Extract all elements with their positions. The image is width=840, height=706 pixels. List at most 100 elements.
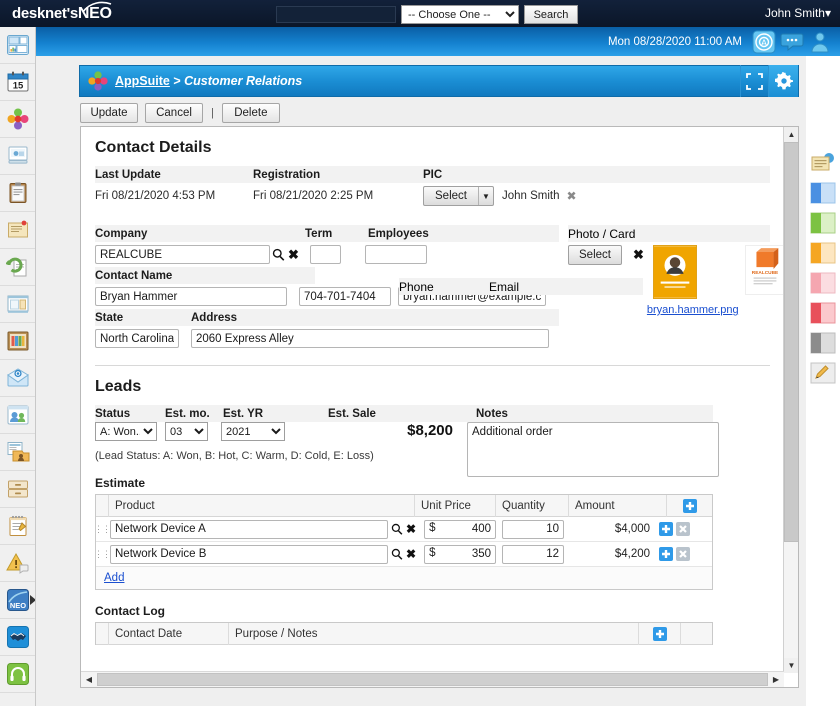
- company-clear-icon[interactable]: ✖: [288, 247, 299, 263]
- row-drag-handle[interactable]: ⋮⋮: [96, 524, 108, 535]
- photo-select-button[interactable]: Select: [568, 245, 622, 265]
- pic-label: PIC: [423, 169, 442, 181]
- company-card-thumb[interactable]: REALCUBE: [745, 245, 785, 298]
- unit-price-input[interactable]: [424, 520, 496, 539]
- note-color-red[interactable]: [806, 298, 840, 328]
- note-color-pink[interactable]: [806, 268, 840, 298]
- scroll-down-icon[interactable]: ▼: [784, 658, 799, 673]
- sidebar-item-notepad[interactable]: [0, 508, 36, 545]
- notes-label: Notes: [476, 408, 508, 420]
- clear-icon[interactable]: ✖: [406, 522, 416, 536]
- employees-input[interactable]: [365, 245, 427, 264]
- sidebar-item-circulation[interactable]: [0, 249, 36, 286]
- sidebar-item-appsuite[interactable]: [0, 101, 36, 138]
- search-icon[interactable]: [391, 523, 403, 535]
- vertical-scrollbar[interactable]: ▲ ▼: [783, 127, 798, 673]
- delete-icon[interactable]: [676, 547, 690, 561]
- search-category-select[interactable]: -- Choose One --: [401, 5, 519, 24]
- sidebar-item-neo[interactable]: NEO: [0, 582, 36, 619]
- add-estimate-link[interactable]: Add: [104, 572, 124, 584]
- photo-filename-link[interactable]: bryan.hammer.png: [647, 304, 739, 316]
- state-input[interactable]: [95, 329, 179, 348]
- pic-remove-icon[interactable]: ✖: [567, 189, 577, 203]
- contact-name-input[interactable]: [95, 287, 287, 306]
- sidebar-item-address-book[interactable]: [0, 397, 36, 434]
- est-sale-value: $8,200: [329, 422, 453, 439]
- note-color-orange[interactable]: [806, 238, 840, 268]
- delete-icon[interactable]: [676, 522, 690, 536]
- notes-textarea[interactable]: Additional order: [467, 422, 719, 477]
- quantity-input[interactable]: [502, 545, 564, 564]
- sidebar-item-alerts[interactable]: [0, 545, 36, 582]
- company-search-icon[interactable]: [272, 248, 285, 261]
- product-input[interactable]: [110, 545, 388, 564]
- sticky-note-tool[interactable]: [806, 148, 840, 178]
- leads-header-row: Status Est. mo. Est. YR Est. Sale Notes: [95, 405, 713, 422]
- company-input[interactable]: [95, 245, 270, 264]
- search-input[interactable]: [276, 6, 396, 23]
- breadcrumb-appsuite-link[interactable]: AppSuite: [115, 74, 170, 88]
- row-drag-handle[interactable]: ⋮⋮: [96, 549, 108, 560]
- user-icon[interactable]: [808, 30, 832, 54]
- product-input[interactable]: [110, 520, 388, 539]
- sidebar-item-portal[interactable]: [0, 27, 36, 64]
- update-button[interactable]: Update: [80, 103, 138, 123]
- settings-button[interactable]: [768, 65, 798, 97]
- sidebar-item-facility[interactable]: [0, 138, 36, 175]
- term-input[interactable]: [310, 245, 341, 264]
- scroll-left-icon[interactable]: ◀: [81, 672, 97, 687]
- unit-price-input[interactable]: [424, 545, 496, 564]
- pic-select-button[interactable]: Select ▼: [423, 186, 494, 206]
- delete-button[interactable]: Delete: [222, 103, 280, 123]
- sidebar-item-workflow[interactable]: [0, 434, 36, 471]
- chat-icon[interactable]: [780, 30, 804, 54]
- photo-remove-icon[interactable]: ✖: [633, 247, 644, 263]
- sidebar-item-calendar[interactable]: 15: [0, 64, 36, 101]
- broadcast-icon[interactable]: A: [752, 30, 776, 54]
- expand-button[interactable]: [740, 65, 768, 97]
- scroll-right-icon[interactable]: ▶: [768, 672, 784, 687]
- add-icon[interactable]: [659, 522, 673, 536]
- clear-icon[interactable]: ✖: [406, 547, 416, 561]
- pencil-tool[interactable]: [806, 358, 840, 388]
- est-mo-label: Est. mo.: [165, 408, 223, 420]
- sidebar-item-support[interactable]: [0, 656, 36, 693]
- note-green-icon: [810, 212, 836, 234]
- circulation-icon: [6, 255, 30, 279]
- note-color-gray[interactable]: [806, 328, 840, 358]
- address-header-row: State Address: [95, 309, 559, 326]
- address-input[interactable]: [191, 329, 549, 348]
- horizontal-scrollbar[interactable]: ◀ ▶: [81, 671, 784, 687]
- quantity-input[interactable]: [502, 520, 564, 539]
- search-icon[interactable]: [391, 548, 403, 560]
- add-icon[interactable]: [659, 547, 673, 561]
- business-card-thumb[interactable]: bryan.hammer.png: [653, 245, 739, 316]
- sidebar-item-crm[interactable]: [0, 619, 36, 656]
- status-select[interactable]: A: Won...: [95, 422, 157, 441]
- est-yr-select[interactable]: 2021: [221, 422, 285, 441]
- cabinet-icon: [6, 292, 30, 316]
- sidebar-item-memo[interactable]: [0, 212, 36, 249]
- user-menu[interactable]: John Smith▾: [765, 6, 831, 20]
- search-button[interactable]: Search: [524, 5, 578, 24]
- sidebar-item-bulletin[interactable]: [0, 175, 36, 212]
- scroll-up-icon[interactable]: ▲: [784, 127, 799, 142]
- est-mo-select[interactable]: 03: [165, 422, 208, 441]
- unit-price-cell: $: [424, 520, 496, 539]
- sidebar-item-webmail[interactable]: [0, 360, 36, 397]
- cancel-button[interactable]: Cancel: [145, 103, 203, 123]
- contact-log-add-row-header[interactable]: [638, 623, 680, 645]
- phone-input[interactable]: [299, 287, 391, 306]
- vertical-scroll-thumb[interactable]: [784, 142, 799, 542]
- note-color-green[interactable]: [806, 208, 840, 238]
- note-gray-icon: [810, 332, 836, 354]
- note-color-blue[interactable]: [806, 178, 840, 208]
- contact-details-title: Contact Details: [95, 139, 784, 157]
- status-label: Status: [95, 408, 165, 420]
- estimate-add-row-header[interactable]: [666, 495, 712, 517]
- sidebar-item-shelf[interactable]: [0, 323, 36, 360]
- sidebar-item-cabinet[interactable]: [0, 286, 36, 323]
- sidebar-item-report[interactable]: [0, 471, 36, 508]
- shelf-icon: [6, 329, 30, 353]
- horizontal-scroll-thumb[interactable]: [97, 673, 768, 686]
